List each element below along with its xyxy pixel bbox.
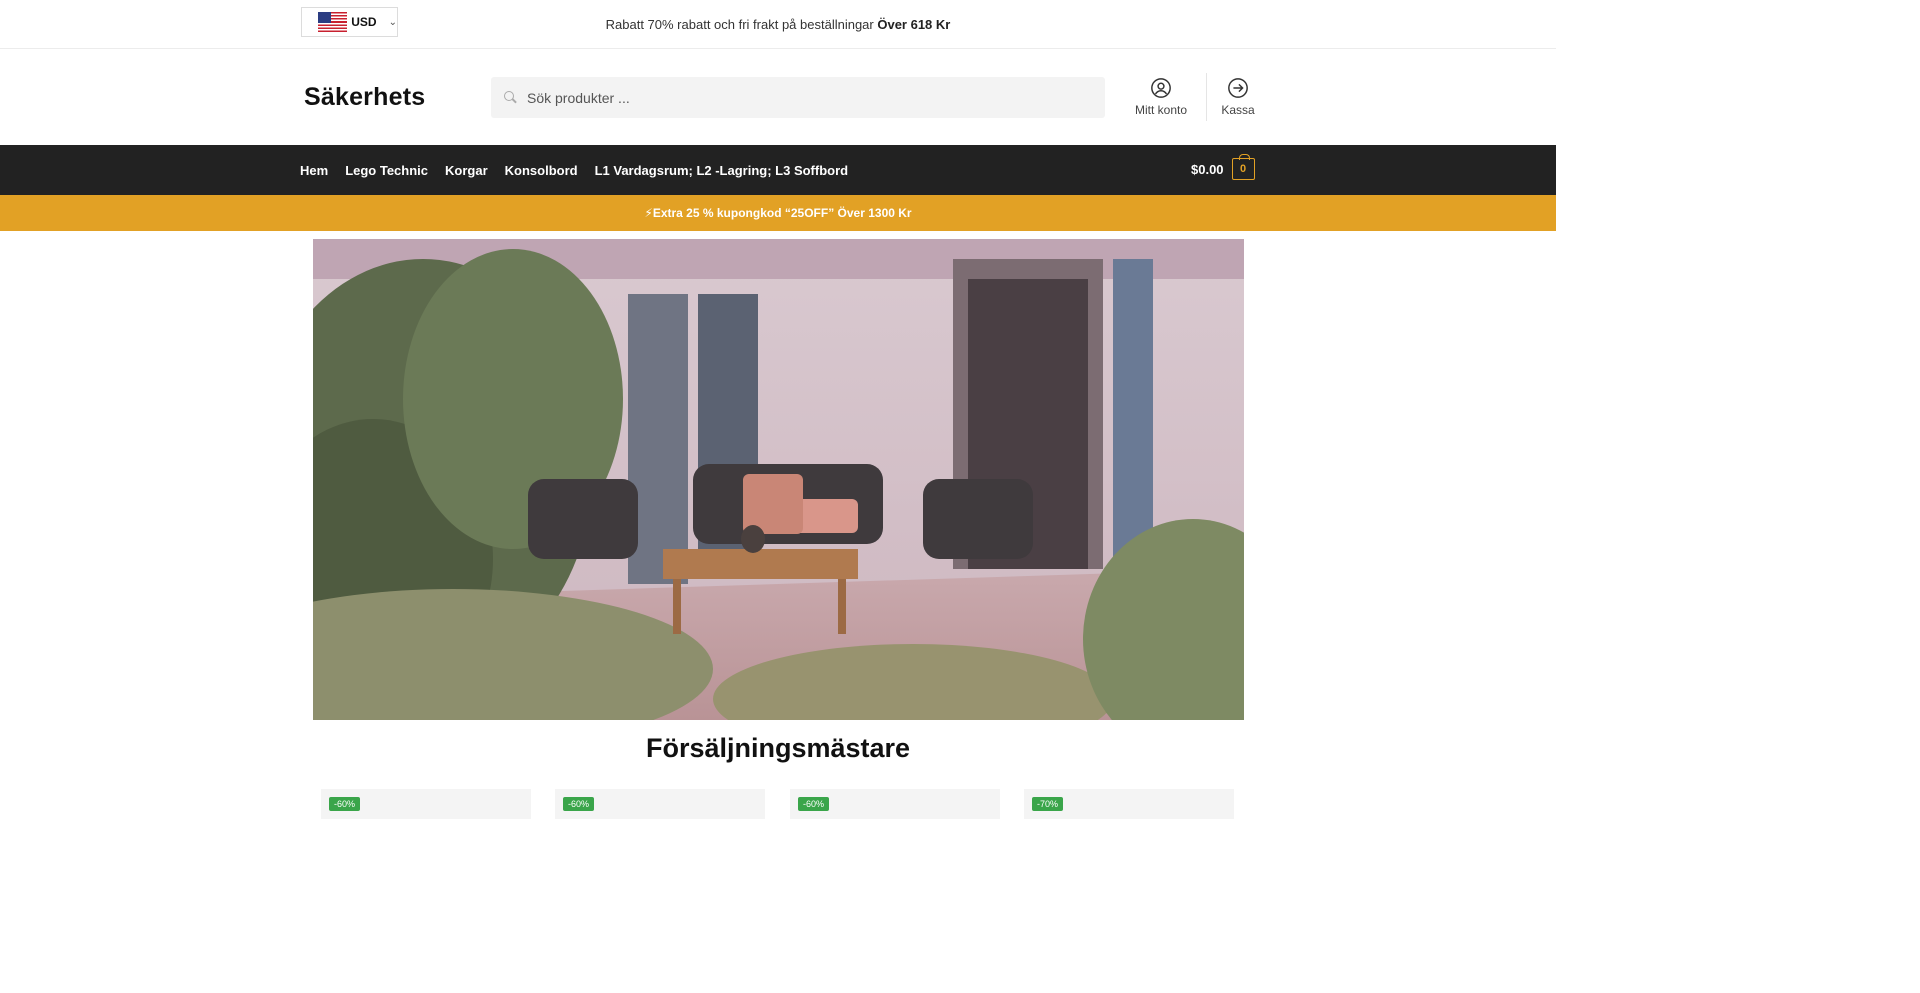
checkout-link[interactable]: Kassa: [1212, 77, 1264, 117]
nav-item-lego-technic[interactable]: Lego Technic: [345, 163, 428, 178]
coupon-text: ⚡Extra 25 % kupongkod “25OFF” Över 1300 …: [644, 206, 912, 220]
cart-amount: $0.00: [1191, 161, 1224, 177]
discount-badge: -60%: [329, 797, 361, 811]
promo-text: Rabatt 70% rabatt och fri frakt på bestä…: [605, 17, 878, 32]
hero-image[interactable]: [313, 239, 1244, 720]
arrow-right-circle-icon: [1228, 78, 1248, 98]
search-input[interactable]: [527, 89, 1087, 106]
discount-badge: -60%: [563, 797, 595, 811]
site-header: Säkerhets Mitt konto Kassa: [0, 49, 1556, 145]
discount-badge: -70%: [1032, 797, 1064, 811]
promo-threshold: Över 618 Kr: [877, 17, 951, 32]
cart-button[interactable]: $0.00 0: [1191, 154, 1255, 180]
my-account-label: Mitt konto: [1134, 103, 1188, 117]
site-logo[interactable]: Säkerhets: [304, 83, 425, 112]
promo-message: Rabatt 70% rabatt och fri frakt på bestä…: [0, 17, 1556, 32]
cart-count: 0: [1239, 163, 1247, 175]
section-title: Försäljningsmästare: [645, 733, 911, 763]
nav-item-vardagsrum[interactable]: L1 Vardagsrum; L2 -Lagring; L3 Soffbord: [595, 163, 849, 178]
hero-patio-image: [313, 239, 1244, 720]
cart-count-icon: 0: [1231, 154, 1255, 180]
user-icon: [1151, 78, 1171, 98]
my-account-link[interactable]: Mitt konto: [1128, 77, 1194, 117]
coupon-banner: ⚡Extra 25 % kupongkod “25OFF” Över 1300 …: [0, 195, 1556, 231]
nav-item-konsolbord[interactable]: Konsolbord: [505, 163, 578, 178]
checkout-label: Kassa: [1221, 103, 1255, 117]
discount-badge: -60%: [798, 797, 830, 811]
product-card[interactable]: -60%: [790, 789, 1000, 819]
product-card[interactable]: -60%: [555, 789, 765, 819]
product-card[interactable]: -60%: [321, 789, 531, 819]
page-margin: [1556, 0, 1920, 993]
product-card[interactable]: -70%: [1024, 789, 1234, 819]
main-navigation: Hem Lego Technic Korgar Konsolbord L1 Va…: [0, 145, 1556, 195]
nav-item-korgar[interactable]: Korgar: [445, 163, 488, 178]
top-bar: USD ⌄ Rabatt 70% rabatt och fri frakt på…: [0, 0, 1556, 49]
search-icon: [504, 90, 518, 105]
header-divider: [1206, 73, 1207, 121]
nav-item-hem[interactable]: Hem: [300, 163, 328, 178]
search-bar[interactable]: [491, 77, 1105, 118]
